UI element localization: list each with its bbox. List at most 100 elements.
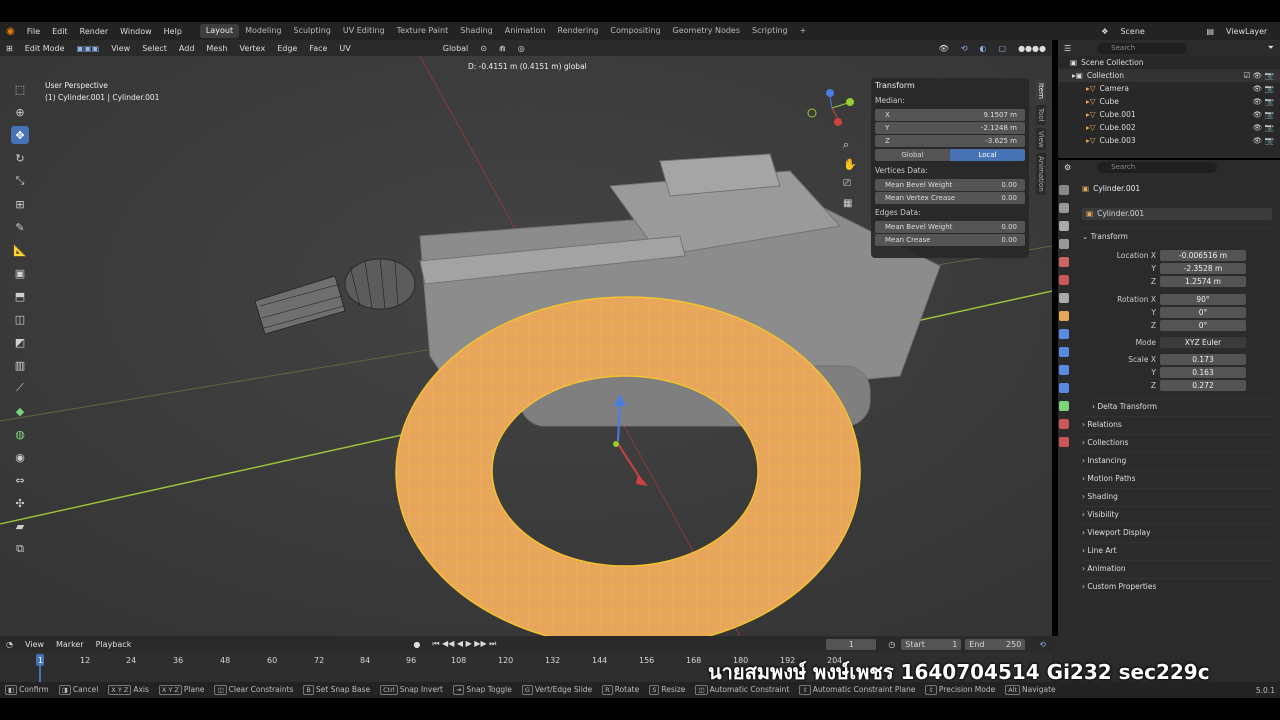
visibility-icon[interactable]: 👁 (933, 44, 955, 53)
workspace-tab-rendering[interactable]: Rendering (552, 24, 605, 38)
section-instancing[interactable]: › Instancing (1082, 452, 1272, 467)
viewport-menu-view[interactable]: View (105, 44, 136, 53)
cube002-visibility-icon[interactable]: 👁 📷 (1253, 123, 1274, 132)
section-line-art[interactable]: › Line Art (1082, 542, 1272, 557)
select-mode-icons[interactable]: ▣▣▣ (71, 44, 106, 53)
median-x-field[interactable]: X 9.1507 m (875, 109, 1025, 121)
collection-tab-icon[interactable] (1059, 293, 1069, 303)
outliner-item-cube-001[interactable]: ▸▽ Cube.001 👁 📷 (1058, 108, 1280, 121)
location-y-field[interactable]: Y -2.3528 m (1088, 262, 1276, 274)
collection-visibility-icon[interactable]: ☑ 👁 📷 (1244, 71, 1274, 80)
transform-tool-icon[interactable]: ⊞ (11, 195, 29, 213)
orientation-selector[interactable]: Global (437, 44, 475, 53)
scale-y-field[interactable]: Y 0.163 (1088, 366, 1276, 378)
properties-editor-icon[interactable]: ⚙ (1058, 163, 1077, 172)
workspace-tab-modeling[interactable]: Modeling (239, 24, 287, 38)
npanel-title[interactable]: Transform (871, 78, 1029, 93)
outliner-search[interactable]: Search (1097, 42, 1188, 54)
rotate-tool-icon[interactable]: ↻ (11, 149, 29, 167)
timeline-menu-playback[interactable]: Playback (90, 640, 138, 649)
tool-tab-icon[interactable] (1059, 185, 1069, 195)
particles-tab-icon[interactable] (1059, 347, 1069, 357)
scene-tab-icon[interactable] (1059, 257, 1069, 267)
outliner-item-camera[interactable]: ▸▽ Camera 👁 📷 (1058, 82, 1280, 95)
timeline-menu-view[interactable]: View (19, 640, 50, 649)
keying-icon[interactable]: ⟲ (1033, 640, 1052, 649)
snap-icon[interactable]: ⋒ (493, 44, 512, 53)
section-collections[interactable]: › Collections (1082, 434, 1272, 449)
overlay-icon[interactable]: ◐ (974, 44, 993, 53)
physics-tab-icon[interactable] (1059, 365, 1069, 375)
view-layer-tab-icon[interactable] (1059, 239, 1069, 249)
workspace-tab-geometry-nodes[interactable]: Geometry Nodes (667, 24, 746, 38)
gizmo-icon[interactable]: ⟲ (955, 44, 974, 53)
rotation-z-field[interactable]: Z 0° (1088, 319, 1276, 331)
rip-region-icon[interactable]: ⧉ (11, 540, 29, 558)
camera-visibility-icon[interactable]: 👁 📷 (1253, 84, 1274, 93)
rotation-y-field[interactable]: Y 0° (1088, 306, 1276, 318)
section-visibility[interactable]: › Visibility (1082, 506, 1272, 521)
loop-cut-icon[interactable]: ▥ (11, 356, 29, 374)
section-animation[interactable]: › Animation (1082, 560, 1272, 575)
outliner-editor-icon[interactable]: ☰ (1058, 44, 1077, 53)
workspace-tab-scripting[interactable]: Scripting (746, 24, 794, 38)
scene-collection-row[interactable]: ▣ Scene Collection (1058, 56, 1280, 69)
mean-vertex-crease-field[interactable]: Mean Vertex Crease 0.00 (875, 192, 1025, 204)
properties-search[interactable]: Search (1097, 161, 1218, 173)
sidebar-tab-animation[interactable]: Animation (1036, 153, 1046, 195)
section-custom-properties[interactable]: › Custom Properties (1082, 578, 1272, 593)
viewport-menu-face[interactable]: Face (303, 44, 333, 53)
cursor-icon[interactable]: ⊕ (11, 103, 29, 121)
add-workspace-icon[interactable]: + (794, 24, 813, 38)
cube-visibility-icon[interactable]: 👁 📷 (1253, 97, 1274, 106)
sidebar-tab-view[interactable]: View (1036, 127, 1046, 151)
edge-mean-bevel-weight-field[interactable]: Mean Bevel Weight 0.00 (875, 221, 1025, 233)
workspace-tab-shading[interactable]: Shading (454, 24, 499, 38)
cube001-visibility-icon[interactable]: 👁 📷 (1253, 110, 1274, 119)
grid-view-icon[interactable]: ▦ (843, 198, 852, 209)
select-box-icon[interactable]: ⬚ (11, 80, 29, 98)
section-viewport-display[interactable]: › Viewport Display (1082, 524, 1272, 539)
smooth-icon[interactable]: ◉ (11, 448, 29, 466)
scale-z-field[interactable]: Z 0.272 (1088, 379, 1276, 391)
texture-tab-icon[interactable] (1059, 437, 1069, 447)
outliner-item-cube-002[interactable]: ▸▽ Cube.002 👁 📷 (1058, 121, 1280, 134)
pivot-icon[interactable]: ⊙ (474, 44, 493, 53)
cube003-visibility-icon[interactable]: 👁 📷 (1253, 136, 1274, 145)
scale-tool-icon[interactable]: ⤡ (11, 172, 29, 190)
viewport-menu-vertex[interactable]: Vertex (233, 44, 271, 53)
viewport-menu-select[interactable]: Select (136, 44, 173, 53)
rotation-mode-select[interactable]: Mode XYZ Euler (1088, 336, 1276, 348)
viewport-menu-edge[interactable]: Edge (271, 44, 303, 53)
material-tab-icon[interactable] (1059, 419, 1069, 429)
object-tab-icon[interactable] (1059, 311, 1069, 321)
edge-slide-icon[interactable]: ⇔ (11, 471, 29, 489)
mean-bevel-weight-field[interactable]: Mean Bevel Weight 0.00 (875, 179, 1025, 191)
sidebar-tab-item[interactable]: Item (1036, 80, 1046, 102)
shrink-fatten-icon[interactable]: ✣ (11, 494, 29, 512)
bevel-icon[interactable]: ◩ (11, 333, 29, 351)
median-z-field[interactable]: Z -3.625 m (875, 135, 1025, 147)
shading-modes-icon[interactable]: ●●●● (1012, 44, 1052, 53)
filter-icon[interactable]: ⏷ (1262, 43, 1280, 53)
menu-file[interactable]: File (21, 27, 46, 36)
workspace-tab-compositing[interactable]: Compositing (604, 24, 666, 38)
menu-edit[interactable]: Edit (46, 27, 74, 36)
section-shading[interactable]: › Shading (1082, 488, 1272, 503)
current-frame-field[interactable]: 1 (826, 638, 877, 650)
poly-build-icon[interactable]: ◆ (11, 402, 29, 420)
workspace-tab-layout[interactable]: Layout (199, 24, 240, 38)
view-layer-icon[interactable]: ▤ (1200, 27, 1220, 36)
section-motion-paths[interactable]: › Motion Paths (1082, 470, 1272, 485)
zoom-icon[interactable]: ⌕ (843, 138, 849, 152)
viewport-menu-add[interactable]: Add (173, 44, 201, 53)
record-icon[interactable]: ● (407, 640, 426, 649)
location-x-field[interactable]: Location X -0.006516 m (1088, 249, 1276, 261)
local-toggle[interactable]: Local (950, 149, 1025, 161)
viewport-menu-mesh[interactable]: Mesh (200, 44, 233, 53)
sidebar-tab-tool[interactable]: Tool (1036, 104, 1046, 125)
object-name-field[interactable]: ▣ Cylinder.001 (1082, 208, 1272, 220)
data-tab-icon[interactable] (1059, 401, 1069, 411)
view-layer-selector[interactable]: ViewLayer (1220, 27, 1280, 36)
median-y-field[interactable]: Y -2.1248 m (875, 122, 1025, 134)
